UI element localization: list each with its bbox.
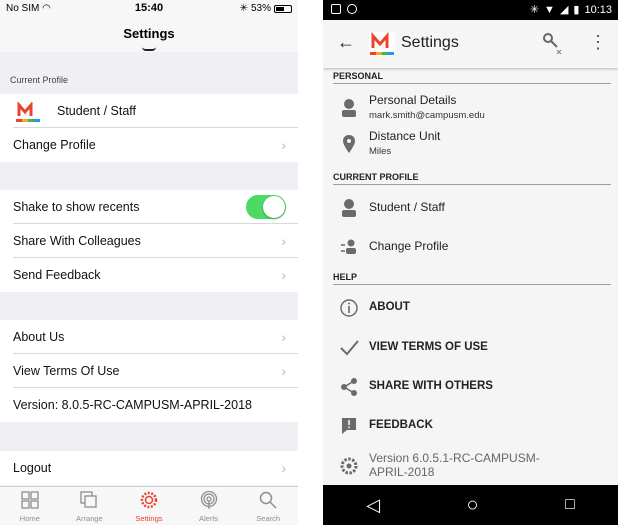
section-header-current-profile: CURRENT PROFILE bbox=[333, 172, 611, 185]
change-profile-label: Change Profile bbox=[369, 239, 449, 253]
feedback-label: Send Feedback bbox=[13, 268, 101, 282]
terms-label: View Terms Of Use bbox=[13, 364, 120, 378]
switch-user-icon bbox=[341, 239, 356, 254]
gear-icon bbox=[340, 457, 358, 475]
about-row[interactable]: ABOUT bbox=[323, 290, 618, 326]
person-icon bbox=[342, 199, 356, 217]
shake-toggle[interactable] bbox=[246, 195, 286, 219]
person-icon bbox=[342, 99, 356, 117]
chevron-right-icon: › bbox=[281, 267, 286, 283]
ios-status-bar: No SIM ◠ 15:40 ✳ 53% bbox=[0, 0, 298, 18]
tab-search[interactable]: Search bbox=[238, 487, 298, 525]
stack-icon bbox=[80, 491, 98, 508]
personal-details-row[interactable]: Personal Details mark.smith@campusm.edu bbox=[323, 90, 618, 126]
status-time: 10:13 bbox=[584, 3, 612, 16]
profile-row: Student / Staff bbox=[0, 94, 298, 128]
version-row: Version: 8.0.5-RC-CAMPUSM-APRIL-2018 bbox=[0, 388, 298, 422]
page-title: Settings bbox=[401, 34, 459, 51]
profile-name: Student / Staff bbox=[57, 104, 136, 118]
chevron-right-icon: › bbox=[281, 329, 286, 345]
shake-row: Shake to show recents bbox=[0, 190, 298, 224]
distance-unit-label: Distance Unit bbox=[369, 129, 441, 143]
feedback-row[interactable]: FEEDBACK bbox=[323, 408, 618, 444]
terms-label: VIEW TERMS OF USE bbox=[369, 341, 488, 353]
battery-icon: ▮ bbox=[573, 4, 580, 16]
profile-name: Student / Staff bbox=[369, 200, 445, 214]
version-label: Version 6.0.5.1-RC-CAMPUSM-APRIL-2018 bbox=[369, 451, 540, 479]
share-label: SHARE WITH OTHERS bbox=[369, 380, 493, 392]
tab-alerts[interactable]: Alerts bbox=[179, 487, 239, 525]
tab-settings[interactable]: Settings bbox=[119, 487, 179, 525]
section-header-personal: PERSONAL bbox=[333, 71, 611, 84]
recents-square-icon[interactable]: □ bbox=[565, 496, 575, 514]
tab-home[interactable]: Home bbox=[0, 487, 60, 525]
battery-percent: 53% bbox=[250, 3, 271, 14]
send-feedback-row[interactable]: Send Feedback › bbox=[0, 258, 298, 292]
about-us-row[interactable]: About Us › bbox=[0, 320, 298, 354]
ios-nav-bar: Settings bbox=[0, 18, 298, 52]
section-header-help: HELP bbox=[333, 272, 611, 285]
battery-icon bbox=[274, 4, 292, 13]
title-swoosh-icon bbox=[142, 47, 156, 51]
search-icon bbox=[259, 491, 277, 509]
more-vert-icon[interactable]: ⋮ bbox=[589, 32, 607, 53]
checkmark-icon bbox=[340, 340, 359, 356]
feedback-icon bbox=[342, 418, 356, 434]
location-pin-icon bbox=[343, 135, 355, 153]
signal-icon: ◢ bbox=[559, 4, 569, 16]
page-title: Settings bbox=[123, 26, 175, 41]
android-toolbar: ← Settings ⋮ bbox=[323, 20, 618, 68]
image-notification-icon bbox=[331, 4, 341, 14]
version-label: Version: 8.0.5-RC-CAMPUSM-APRIL-2018 bbox=[13, 398, 252, 412]
distance-unit-row[interactable]: Distance Unit Miles bbox=[323, 126, 618, 162]
share-label: Share With Colleagues bbox=[13, 234, 141, 248]
chevron-right-icon: › bbox=[281, 460, 286, 476]
change-profile-row[interactable]: Change Profile bbox=[323, 229, 618, 265]
chevron-right-icon: › bbox=[281, 233, 286, 249]
chevron-right-icon: › bbox=[281, 363, 286, 379]
email-value: mark.smith@campusm.edu bbox=[369, 110, 485, 121]
share-row[interactable]: SHARE WITH OTHERS bbox=[323, 369, 618, 405]
distance-unit-value: Miles bbox=[369, 146, 392, 157]
wifi-icon: ▼ bbox=[544, 3, 555, 16]
status-right: ✳ 53% bbox=[240, 3, 292, 14]
bluetooth-icon: ✳ bbox=[529, 4, 540, 16]
gear-icon bbox=[140, 491, 158, 509]
about-label: ABOUT bbox=[369, 301, 410, 313]
ios-tab-bar: Home Arrange Settings Alerts Search bbox=[0, 486, 298, 525]
shake-label: Shake to show recents bbox=[13, 200, 140, 214]
chevron-right-icon: › bbox=[281, 137, 286, 153]
section-header-current-profile: Current Profile bbox=[10, 75, 69, 85]
about-label: About Us bbox=[13, 330, 65, 344]
back-triangle-icon[interactable]: ◁ bbox=[366, 495, 380, 516]
android-status-bar: ✳ ▼ ◢ ▮ 10:13 bbox=[323, 0, 618, 20]
tab-arrange[interactable]: Arrange bbox=[60, 487, 120, 525]
logout-row[interactable]: Logout › bbox=[0, 451, 298, 485]
info-icon bbox=[340, 299, 358, 317]
terms-row[interactable]: VIEW TERMS OF USE bbox=[323, 330, 618, 366]
logout-label: Logout bbox=[13, 461, 52, 475]
campusm-logo-icon bbox=[16, 102, 40, 122]
android-settings-screen: ✳ ▼ ◢ ▮ 10:13 ← Settings ⋮ PERSONAL Pers… bbox=[323, 0, 618, 525]
grid-icon bbox=[21, 491, 39, 509]
campusm-logo-icon bbox=[369, 32, 395, 56]
android-nav-bar: ◁ ○ □ bbox=[323, 485, 618, 525]
change-profile-row[interactable]: Change Profile › bbox=[0, 128, 298, 162]
key-icon[interactable] bbox=[541, 32, 563, 54]
terms-row[interactable]: View Terms Of Use › bbox=[0, 354, 298, 388]
personal-details-label: Personal Details bbox=[369, 93, 457, 107]
bluetooth-icon: ✳ bbox=[239, 3, 248, 14]
version-row: Version 6.0.5.1-RC-CAMPUSM-APRIL-2018 bbox=[323, 448, 618, 484]
broadcast-icon bbox=[200, 491, 217, 509]
feedback-label: FEEDBACK bbox=[369, 419, 433, 431]
profile-row: Student / Staff bbox=[323, 190, 618, 226]
back-arrow-icon[interactable]: ← bbox=[337, 32, 355, 53]
change-profile-label: Change Profile bbox=[13, 138, 96, 152]
ios-settings-screen: No SIM ◠ 15:40 ✳ 53% Settings Current Pr… bbox=[0, 0, 298, 525]
share-colleagues-row[interactable]: Share With Colleagues › bbox=[0, 224, 298, 258]
home-circle-icon[interactable]: ○ bbox=[467, 494, 479, 517]
share-icon bbox=[341, 378, 357, 396]
shield-notification-icon bbox=[347, 4, 357, 14]
